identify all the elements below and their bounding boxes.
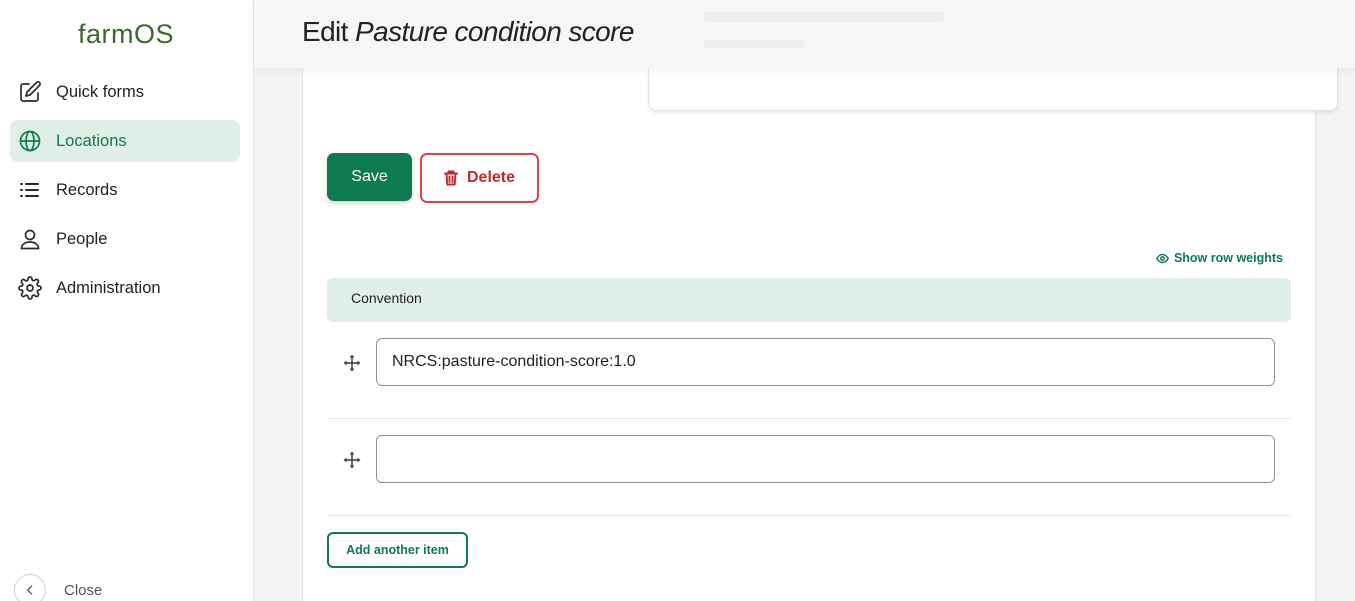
- convention-input[interactable]: [376, 435, 1275, 483]
- sidebar-item-label: Records: [56, 180, 118, 199]
- delete-button[interactable]: Delete: [420, 153, 539, 203]
- edit-icon: [18, 80, 42, 104]
- brand-logo[interactable]: farmOS: [0, 19, 252, 50]
- sidebar-close-button[interactable]: Close: [14, 574, 102, 601]
- drag-handle-icon[interactable]: [343, 354, 361, 372]
- save-button[interactable]: Save: [327, 153, 412, 201]
- table-row: [327, 419, 1291, 516]
- person-icon: [18, 227, 42, 251]
- page-title-prefix: Edit: [302, 16, 348, 47]
- sidebar-item-locations[interactable]: Locations: [10, 120, 240, 162]
- trash-icon: [444, 170, 458, 186]
- sidebar: farmOS Quick forms Locations Records Peo…: [0, 0, 254, 601]
- sidebar-item-administration[interactable]: Administration: [10, 267, 240, 309]
- eye-icon: [1155, 252, 1169, 265]
- sidebar-item-quick-forms[interactable]: Quick forms: [10, 71, 240, 113]
- convention-column-header: Convention: [351, 290, 422, 306]
- sidebar-item-people[interactable]: People: [10, 218, 240, 260]
- globe-icon: [18, 129, 42, 153]
- header-underlay-text: [704, 40, 804, 48]
- chevron-left-icon: [14, 574, 46, 601]
- sidebar-item-label: Administration: [56, 278, 161, 297]
- header-underlay-text: [704, 12, 944, 22]
- add-another-item-button[interactable]: Add another item: [327, 532, 468, 568]
- gear-icon: [18, 276, 42, 300]
- show-row-weights-link[interactable]: Show row weights: [1155, 251, 1283, 265]
- show-row-weights-label: Show row weights: [1173, 251, 1283, 265]
- table-row: [327, 322, 1291, 419]
- close-label: Close: [64, 581, 103, 599]
- sidebar-item-label: People: [56, 229, 108, 248]
- page-title-entity: Pasture condition score: [355, 16, 634, 47]
- page-header: Edit Pasture condition score: [254, 0, 1355, 68]
- convention-input[interactable]: [376, 338, 1275, 386]
- delete-button-label: Delete: [466, 169, 516, 186]
- sidebar-item-label: Quick forms: [56, 82, 145, 101]
- list-icon: [18, 178, 42, 202]
- sidebar-item-label: Locations: [56, 131, 127, 150]
- page-title: Edit Pasture condition score: [302, 16, 634, 48]
- drag-handle-icon[interactable]: [343, 451, 361, 469]
- convention-table-header: Convention: [327, 278, 1291, 322]
- app-root: farmOS Quick forms Locations Records Peo…: [0, 0, 1355, 601]
- sidebar-item-records[interactable]: Records: [10, 169, 240, 211]
